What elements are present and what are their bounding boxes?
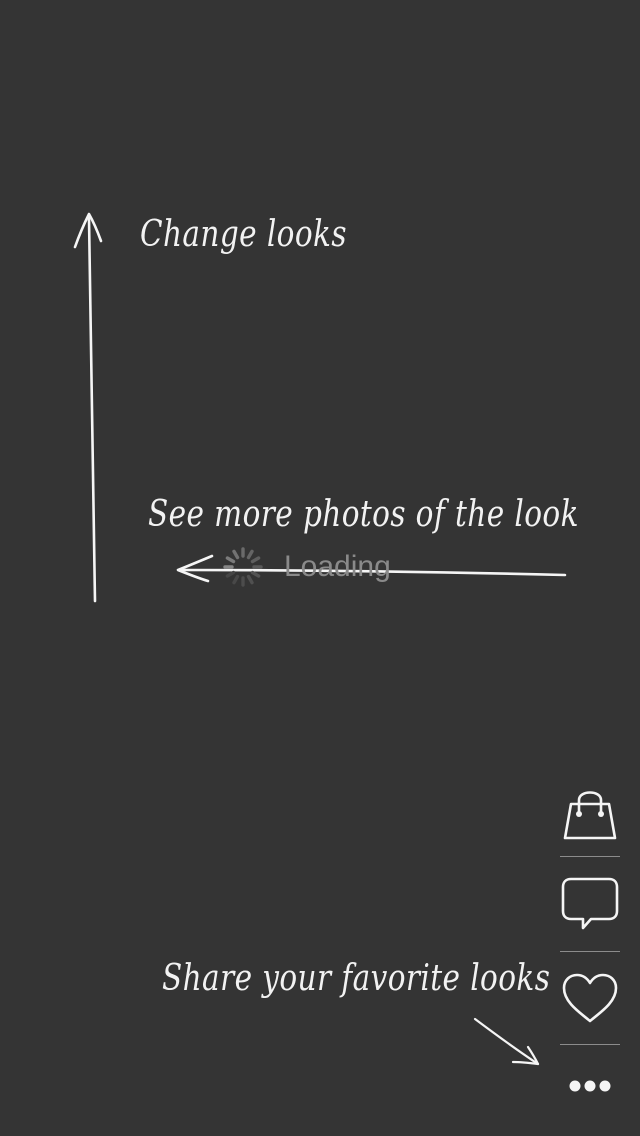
change-looks-hint: Change looks — [140, 214, 347, 255]
more-options-button[interactable] — [560, 1045, 620, 1127]
share-looks-hint: Share your favorite looks — [162, 958, 551, 999]
loading-indicator: Loading — [222, 546, 391, 588]
more-photos-hint: See more photos of the look — [148, 494, 579, 535]
favorite-button[interactable] — [560, 952, 620, 1044]
swipe-up-arrow-icon — [73, 212, 103, 603]
spinner-icon — [223, 547, 263, 587]
tutorial-overlay-screen: Change looks See more photos of the look… — [0, 0, 640, 1136]
comment-button[interactable] — [560, 857, 620, 951]
speech-bubble-icon — [561, 877, 619, 930]
shopping-bag-button[interactable] — [560, 768, 620, 856]
action-bar — [560, 768, 620, 1127]
ellipsis-icon — [569, 1080, 611, 1092]
shopping-bag-icon — [563, 791, 617, 840]
loading-label: Loading — [284, 550, 391, 583]
heart-icon — [562, 973, 618, 1023]
share-pointer-arrow-icon — [473, 1017, 540, 1066]
